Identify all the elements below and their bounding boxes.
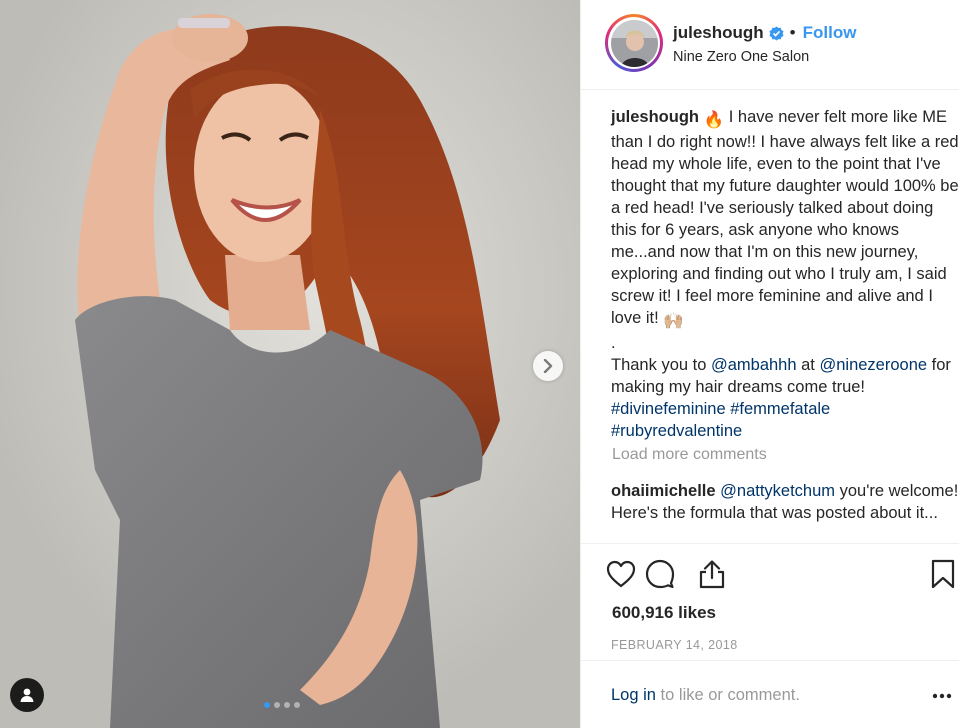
heart-icon <box>606 560 636 588</box>
likes-count[interactable]: 600,916 likes <box>612 603 716 623</box>
caption-body: juleshough 🔥 I have never felt more like… <box>611 106 959 332</box>
header-separator: • <box>789 23 796 42</box>
caption-username[interactable]: juleshough <box>611 108 699 126</box>
post-details-panel: juleshough • Follow Nine Zero One Salon … <box>580 0 980 728</box>
login-suffix: to like or comment. <box>655 686 800 704</box>
comment-button[interactable] <box>644 558 676 590</box>
comment-username[interactable]: ohaiimichelle <box>611 482 716 500</box>
caption: juleshough 🔥 I have never felt more like… <box>611 106 959 442</box>
verified-badge-icon <box>769 25 784 41</box>
bookmark-icon <box>931 559 955 589</box>
share-button[interactable] <box>696 558 728 590</box>
carousel-dot <box>284 702 290 708</box>
carousel-indicator <box>264 702 300 708</box>
comment-login-bar: Log in to like or comment. <box>581 660 959 728</box>
hashtag-link[interactable]: #femmefatale <box>730 400 830 418</box>
comment-item: ohaiimichelle @nattyketchum you're welco… <box>611 480 959 524</box>
comment-icon <box>645 559 675 589</box>
mention-link[interactable]: @nattyketchum <box>720 482 835 500</box>
instagram-post: juleshough • Follow Nine Zero One Salon … <box>0 0 980 728</box>
carousel-dot <box>294 702 300 708</box>
avatar-photo <box>610 19 658 67</box>
location-link[interactable]: Nine Zero One Salon <box>673 49 809 65</box>
caption-hashtags: #divinefeminine #femmefatale #rubyredval… <box>611 398 959 442</box>
load-more-comments-button[interactable]: Load more comments <box>612 446 767 464</box>
avatar-ring <box>608 17 660 69</box>
tagged-users-button[interactable] <box>10 678 44 712</box>
login-prompt: Log in to like or comment. <box>611 686 800 705</box>
post-media <box>0 0 580 728</box>
more-options-icon <box>932 693 952 699</box>
share-icon <box>699 560 725 589</box>
save-button[interactable] <box>927 558 959 590</box>
avatar[interactable] <box>605 14 663 72</box>
mention-link[interactable]: @ambahhh <box>711 356 797 374</box>
post-photo <box>0 0 580 728</box>
avatar-image <box>610 19 658 67</box>
action-bar: 600,916 likes FEBRUARY 14, 2018 <box>581 543 959 660</box>
thanks-prefix: Thank you to <box>611 356 711 374</box>
carousel-dot <box>264 702 270 708</box>
carousel-dot <box>274 702 280 708</box>
chevron-right-icon <box>543 359 553 373</box>
follow-button[interactable]: Follow <box>803 23 857 43</box>
next-photo-button[interactable] <box>533 351 563 381</box>
mention-link[interactable]: @ninezeroone <box>819 356 927 374</box>
header-username[interactable]: juleshough <box>673 23 764 43</box>
caption-text: I have never felt more like ME than I do… <box>611 108 959 327</box>
caption-thanks: Thank you to @ambahhh at @ninezeroone fo… <box>611 354 959 398</box>
user-tag-icon <box>20 688 34 702</box>
hashtag-link[interactable]: #rubyredvalentine <box>611 422 742 440</box>
header-line: juleshough • Follow <box>673 23 856 43</box>
raised-hands-emoji: 🙌🏼 <box>663 312 684 330</box>
post-date[interactable]: FEBRUARY 14, 2018 <box>611 638 738 652</box>
fire-emoji: 🔥 <box>703 111 725 129</box>
thanks-mid: at <box>796 356 820 374</box>
login-link[interactable]: Log in <box>611 686 656 704</box>
post-header: juleshough • Follow Nine Zero One Salon <box>581 0 959 90</box>
caption-dot-line: . <box>611 334 616 352</box>
like-button[interactable] <box>605 558 637 590</box>
hashtag-link[interactable]: #divinefeminine <box>611 400 726 418</box>
more-options-button[interactable] <box>931 685 953 707</box>
